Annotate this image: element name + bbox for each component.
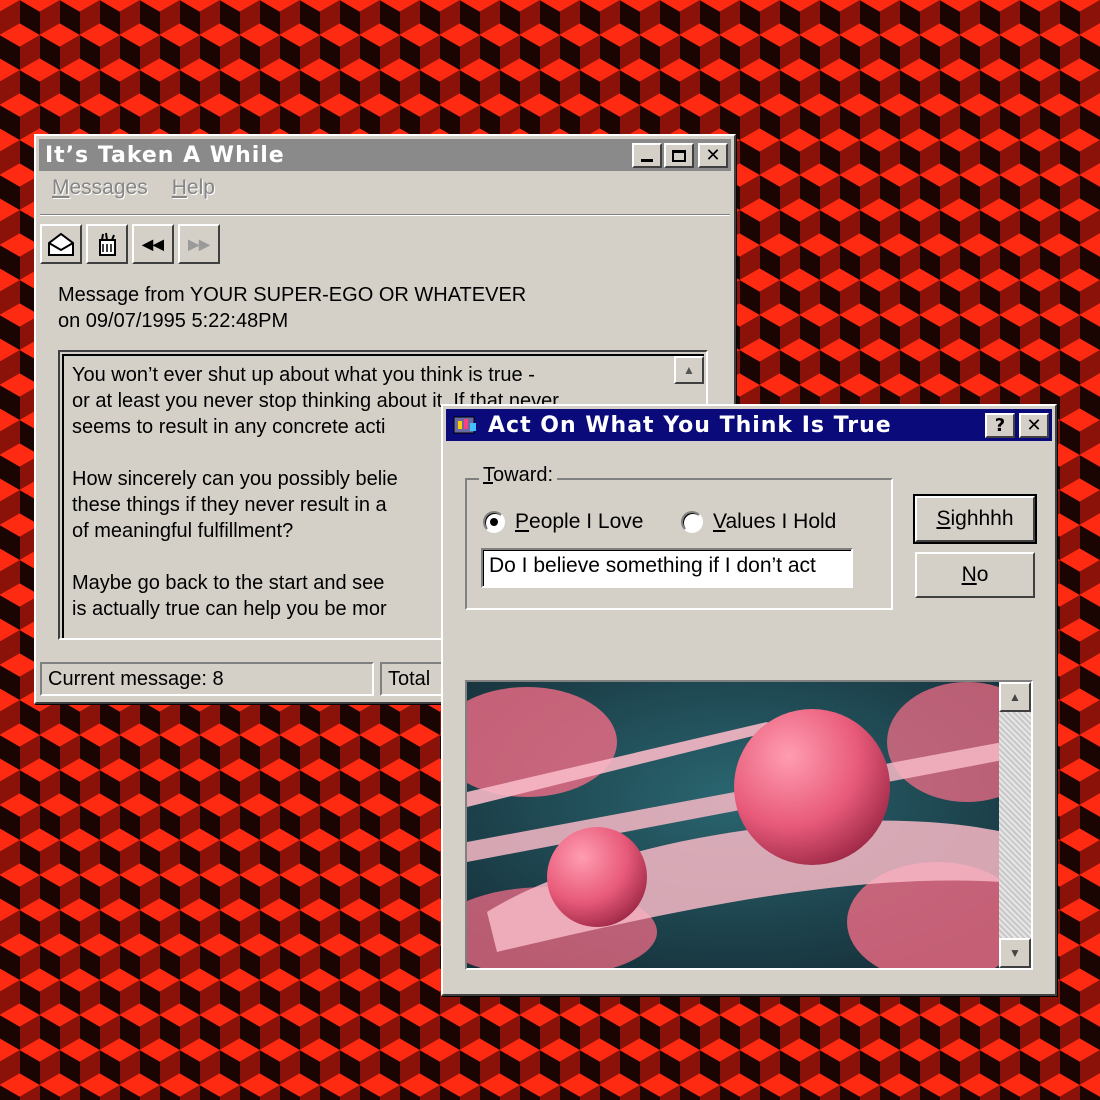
picture-scroll-down-button[interactable]: ▼ <box>999 938 1031 968</box>
radio-button[interactable] <box>681 511 703 533</box>
help-icon: ? <box>994 415 1006 436</box>
open-envelope-icon <box>48 232 74 256</box>
dialog-close-button[interactable]: ✕ <box>1019 413 1049 438</box>
pink-spheres-picture <box>467 682 1003 968</box>
radio-dot <box>490 518 498 526</box>
help-button[interactable]: ? <box>985 413 1015 438</box>
next-message-button[interactable]: ▶▶ <box>178 224 220 264</box>
maximize-icon <box>672 149 686 162</box>
toward-groupbox <box>465 478 893 610</box>
act-dialog: Act On What You Think Is True ? ✕ Toward… <box>441 404 1057 996</box>
radio-values-label: Values I Hold <box>713 510 837 533</box>
message-date: on 09/07/1995 5:22:48PM <box>58 310 289 332</box>
no-label: No <box>961 563 989 586</box>
no-button[interactable]: No <box>915 552 1035 598</box>
menu-separator <box>40 214 730 216</box>
picture-panel[interactable]: ▲ ▼ <box>465 680 1033 970</box>
messages-titlebar[interactable]: It’s Taken A While <box>39 139 731 171</box>
radio-people-i-love[interactable]: People I Love <box>483 510 643 534</box>
close-icon: ✕ <box>1026 415 1042 436</box>
messages-window-title: It’s Taken A While <box>45 142 285 168</box>
scroll-up-button[interactable]: ▲ <box>674 356 704 384</box>
toward-text-input[interactable]: Do I believe something if I don’t act <box>481 548 853 588</box>
sighhhh-button[interactable]: Sighhhh <box>913 494 1037 544</box>
next-icon: ▶▶ <box>188 235 210 252</box>
previous-message-button[interactable]: ◀◀ <box>132 224 174 264</box>
previous-icon: ◀◀ <box>142 235 164 252</box>
trash-icon <box>99 232 116 256</box>
close-button[interactable]: ✕ <box>698 143 728 168</box>
message-sender: Message from YOUR SUPER-EGO OR WHATEVER <box>58 284 527 306</box>
menu-messages[interactable]: Messages <box>52 176 148 206</box>
minimize-button[interactable] <box>632 143 662 168</box>
close-icon: ✕ <box>705 145 721 166</box>
picture-scroll-up-button[interactable]: ▲ <box>999 682 1031 712</box>
menu-bar: Messages Help <box>44 176 215 206</box>
sighhhh-label: Sighhhh <box>936 507 1014 530</box>
scroll-down-icon: ▼ <box>1009 946 1021 960</box>
toward-label: Toward: <box>479 464 558 487</box>
open-message-button[interactable] <box>40 224 82 264</box>
app-icon <box>453 416 476 434</box>
status-current-message: Current message: 8 <box>40 662 374 696</box>
scroll-up-icon: ▲ <box>683 363 695 377</box>
delete-message-button[interactable] <box>86 224 128 264</box>
radio-people-label: People I Love <box>515 510 644 533</box>
picture-scrollbar[interactable]: ▲ ▼ <box>999 682 1031 968</box>
menu-help[interactable]: Help <box>172 176 215 206</box>
maximize-button[interactable] <box>664 143 694 168</box>
minimize-icon <box>641 159 653 162</box>
dialog-titlebar[interactable]: Act On What You Think Is True <box>446 409 1052 441</box>
radio-button-selected[interactable] <box>483 511 505 533</box>
scroll-up-icon: ▲ <box>1009 690 1021 704</box>
dialog-title: Act On What You Think Is True <box>488 412 892 438</box>
radio-values-i-hold[interactable]: Values I Hold <box>681 510 836 534</box>
